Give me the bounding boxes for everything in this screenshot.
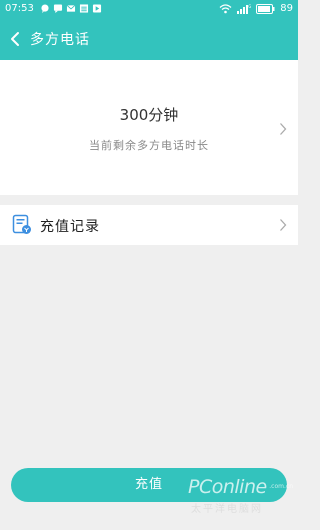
status-time: 07:53: [5, 3, 34, 14]
svg-text:G: G: [248, 4, 251, 9]
recharge-records-row[interactable]: 充值记录: [0, 205, 298, 245]
nav-bar: 多方电话: [0, 20, 298, 58]
status-bar: 07:53 G 89: [0, 0, 298, 18]
battery-icon: [256, 3, 275, 14]
message-icon: [53, 4, 63, 13]
notification-icons: [40, 4, 102, 13]
chevron-right-icon: [280, 219, 287, 231]
watermark-subtitle: 太平洋电脑网: [191, 504, 263, 515]
signal-icon: G: [237, 4, 251, 14]
mail-icon: [66, 5, 76, 12]
list-icon: [79, 4, 89, 13]
recharge-records-label: 充值记录: [40, 219, 100, 235]
recharge-button[interactable]: 充值: [11, 468, 287, 502]
page-title: 多方电话: [30, 32, 90, 48]
wifi-icon: [219, 3, 232, 13]
remaining-minutes: 300分钟: [119, 106, 179, 124]
system-icons: G 89: [219, 3, 293, 14]
balance-card[interactable]: 300分钟 当前剩余多方电话时长: [0, 60, 298, 195]
battery-level: 89: [280, 3, 293, 14]
remaining-minutes-description: 当前剩余多方电话时长: [89, 139, 209, 152]
chat-icon: [41, 4, 49, 13]
app-header: 07:53 G 89 多方电话: [0, 0, 298, 60]
document-icon: [12, 214, 31, 234]
back-arrow-icon[interactable]: [8, 30, 24, 48]
play-icon: [92, 4, 102, 13]
chevron-right-icon: [280, 123, 287, 135]
